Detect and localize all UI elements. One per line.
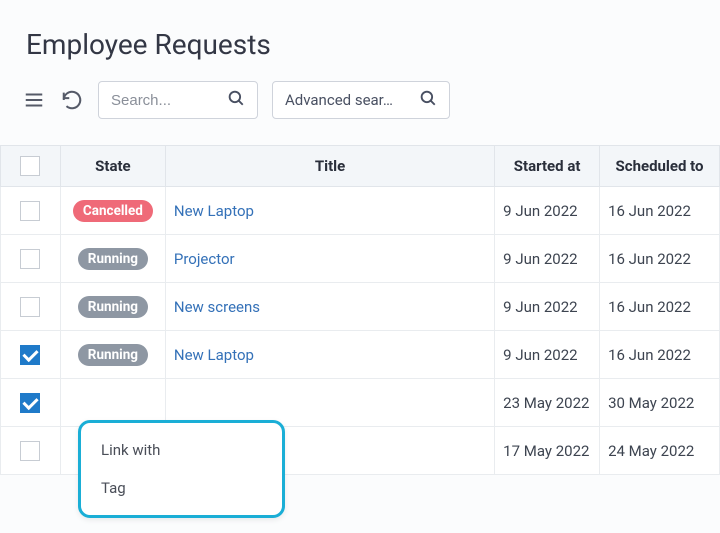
search-input[interactable] [111, 92, 223, 109]
search-input-box[interactable] [98, 81, 258, 119]
toolbar: Advanced sear… [0, 81, 720, 133]
table-header-row: State Title Started at Scheduled to [1, 146, 720, 187]
row-scheduled: 30 May 2022 [600, 379, 720, 427]
hamburger-icon[interactable] [22, 88, 46, 112]
status-badge: Running [78, 344, 148, 366]
page-title: Employee Requests [0, 0, 720, 81]
table-row[interactable]: Running New screens 9 Jun 2022 16 Jun 20… [1, 283, 720, 331]
row-scheduled: 24 May 2022 [600, 427, 720, 475]
header-scheduled[interactable]: Scheduled to [600, 146, 720, 187]
context-menu: Link with Tag [78, 420, 285, 518]
row-started: 9 Jun 2022 [495, 331, 600, 379]
row-title-link[interactable]: Projector [174, 250, 235, 268]
table-row[interactable]: Cancelled New Laptop 9 Jun 2022 16 Jun 2… [1, 187, 720, 235]
row-started: 9 Jun 2022 [495, 283, 600, 331]
row-checkbox[interactable] [20, 393, 40, 413]
header-title[interactable]: Title [165, 146, 494, 187]
row-scheduled: 16 Jun 2022 [600, 235, 720, 283]
header-state[interactable]: State [60, 146, 165, 187]
advanced-search-label: Advanced sear… [285, 91, 415, 109]
refresh-icon[interactable] [60, 88, 84, 112]
row-scheduled: 16 Jun 2022 [600, 187, 720, 235]
menu-item-tag[interactable]: Tag [81, 469, 282, 507]
row-checkbox[interactable] [20, 201, 40, 221]
header-select-all[interactable] [1, 146, 61, 187]
row-checkbox[interactable] [20, 345, 40, 365]
row-checkbox[interactable] [20, 441, 40, 461]
row-started: 9 Jun 2022 [495, 187, 600, 235]
row-checkbox[interactable] [20, 249, 40, 269]
row-started: 9 Jun 2022 [495, 235, 600, 283]
row-title-link[interactable]: New Laptop [174, 346, 254, 364]
row-started: 23 May 2022 [495, 379, 600, 427]
checkbox-icon[interactable] [20, 156, 40, 176]
row-title-link[interactable]: New Laptop [174, 202, 254, 220]
row-title-link[interactable]: New screens [174, 298, 260, 316]
row-started: 17 May 2022 [495, 427, 600, 475]
status-badge: Running [78, 296, 148, 318]
row-checkbox[interactable] [20, 297, 40, 317]
advanced-search-button[interactable]: Advanced sear… [272, 81, 450, 119]
status-badge: Cancelled [73, 200, 153, 222]
row-scheduled: 16 Jun 2022 [600, 331, 720, 379]
menu-item-link-with[interactable]: Link with [81, 431, 282, 469]
table-row[interactable]: Running New Laptop 9 Jun 2022 16 Jun 202… [1, 331, 720, 379]
table-row[interactable]: Running Projector 9 Jun 2022 16 Jun 2022 [1, 235, 720, 283]
search-icon [419, 89, 437, 111]
status-badge: Running [78, 248, 148, 270]
row-scheduled: 16 Jun 2022 [600, 283, 720, 331]
header-started[interactable]: Started at [495, 146, 600, 187]
search-icon[interactable] [227, 89, 245, 111]
